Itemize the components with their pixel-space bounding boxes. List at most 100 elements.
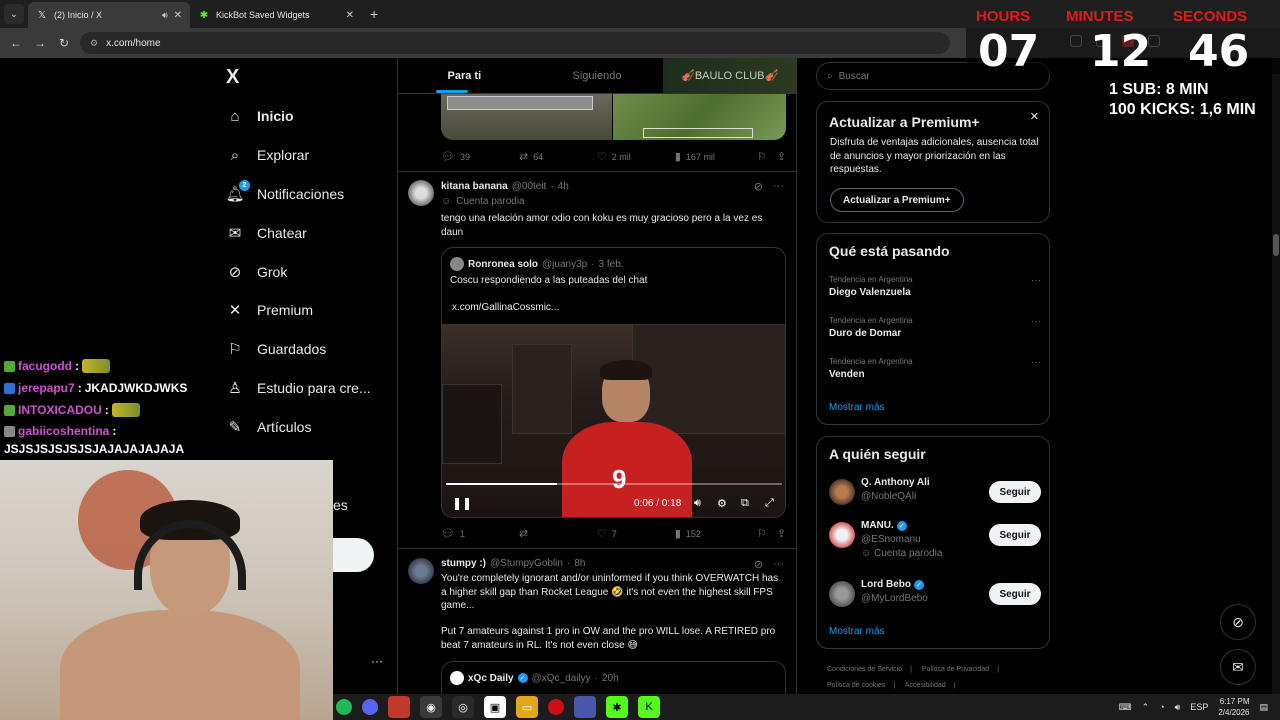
nav-item-explorar[interactable]: ⌕ Explorar	[226, 143, 309, 167]
reply-button[interactable]: 💬︎ 1	[441, 527, 519, 540]
reply-button[interactable]: 💬︎ 39	[441, 150, 519, 163]
nav-item-premium[interactable]: ✕ Premium	[226, 298, 313, 322]
avatar[interactable]	[408, 180, 434, 206]
back-arrow-icon[interactable]: ←	[4, 31, 28, 55]
accessibility-link[interactable]: Accesibilidad	[905, 682, 946, 689]
fullscreen-icon[interactable]: ⤢	[765, 497, 774, 510]
nav-item-chatear[interactable]: ✉ Chatear	[226, 221, 307, 245]
media-image[interactable]	[612, 94, 786, 140]
like-button[interactable]: ♡ 7	[597, 527, 675, 540]
forward-arrow-icon[interactable]: →	[28, 31, 52, 55]
follow-suggestion[interactable]: MANU. ✓ @ESnomanu ☺ Cuenta parodia Seguir	[829, 520, 1041, 568]
more-icon[interactable]: ···	[773, 558, 784, 571]
chevron-up-icon[interactable]: ⌃	[1142, 702, 1150, 713]
pause-icon[interactable]: ❚❚	[452, 496, 472, 510]
app-white-icon[interactable]: ▣	[484, 696, 506, 718]
close-icon[interactable]: ✕	[346, 10, 354, 21]
close-icon[interactable]: ✕	[174, 10, 182, 21]
kick-icon[interactable]: ✱	[606, 696, 628, 718]
share-button[interactable]: ⇪	[777, 150, 786, 163]
nav-item-grok[interactable]: ⊘ Grok	[226, 260, 288, 284]
tab-baulo-club[interactable]: 🎻BAULO CLUB🎻	[663, 58, 797, 93]
more-icon[interactable]: ···	[1031, 275, 1041, 286]
video-progress-bar[interactable]	[446, 483, 782, 485]
spotify-icon[interactable]	[336, 699, 352, 715]
opera-icon[interactable]	[548, 699, 564, 715]
media-image[interactable]	[441, 94, 612, 140]
more-icon[interactable]: ···	[1031, 357, 1041, 368]
trend-item[interactable]: Tendencia en Argentina Diego Valenzuela …	[829, 275, 1041, 298]
views-button[interactable]: ▮ 167 mil	[675, 150, 757, 163]
nav-item-articulos[interactable]: ✎ Artículos	[226, 415, 312, 439]
app-red-icon[interactable]	[388, 696, 410, 718]
tab-para-ti[interactable]: Para ti	[398, 58, 531, 93]
like-button[interactable]: ♡ 2 mil	[597, 150, 675, 163]
account-more-icon[interactable]: ···	[371, 654, 383, 668]
kick-studio-icon[interactable]: K	[638, 696, 660, 718]
site-info-icon[interactable]: ⚙	[90, 38, 98, 49]
tab-kickbot[interactable]: ✱ KickBot Saved Widgets ✕	[190, 2, 362, 28]
notifications-icon[interactable]: ▤	[1259, 702, 1268, 713]
author-name[interactable]: stumpy :)	[441, 558, 486, 569]
show-more-follow-link[interactable]: Mostrar más	[829, 626, 885, 637]
views-button[interactable]: ▮ 152	[675, 527, 757, 540]
file-explorer-icon[interactable]: ▭	[516, 696, 538, 718]
grok-icon[interactable]: ⊘	[754, 180, 763, 193]
more-icon[interactable]: ···	[773, 180, 784, 193]
avatar[interactable]	[408, 558, 434, 584]
follow-suggestion[interactable]: Lord Bebo ✓ @MyLordBebo Seguir	[829, 579, 1041, 619]
scrollbar-thumb[interactable]	[1273, 234, 1279, 256]
repost-button[interactable]: ⇄ 64	[519, 150, 597, 163]
quoted-post[interactable]: xQc Daily ✓ @xQc_dailyy · 20h	[441, 661, 786, 694]
terms-link[interactable]: Condiciones de Servicio	[827, 666, 902, 673]
keyboard-icon[interactable]: ⌨	[1119, 702, 1132, 713]
app-blue-icon[interactable]	[574, 696, 596, 718]
bookmark-button[interactable]: ⚐	[757, 527, 777, 540]
nav-item-inicio[interactable]: ⌂ Inicio	[226, 104, 293, 128]
url-input[interactable]: ⚙ x.com/home	[80, 32, 950, 54]
settings-icon[interactable]: ⚙	[717, 497, 727, 510]
tab-siguiendo[interactable]: Siguiendo	[531, 58, 664, 93]
tab-x-home[interactable]: 𝕏 (2) Inicio / X 🔊︎ ✕	[28, 2, 190, 28]
grok-icon[interactable]: ⊘	[754, 558, 763, 571]
reload-icon[interactable]: ↻	[52, 31, 76, 55]
language-indicator[interactable]: ESP	[1190, 702, 1208, 712]
speaker-icon[interactable]: 🔊︎	[162, 10, 168, 21]
post-time[interactable]: 4h	[558, 181, 569, 192]
x-logo[interactable]: X	[226, 66, 239, 89]
follow-button[interactable]: Seguir	[989, 481, 1041, 503]
nav-item-notificaciones[interactable]: 🔔︎ 2 Notificaciones	[225, 180, 344, 206]
privacy-link[interactable]: Política de Privacidad	[922, 666, 989, 673]
avatar[interactable]	[829, 522, 855, 548]
obs-icon[interactable]: ◎	[452, 696, 474, 718]
trend-item[interactable]: Tendencia en Argentina Duro de Domar ···	[829, 316, 1041, 339]
grok-fab-icon[interactable]: ⊘	[1220, 604, 1256, 640]
volume-icon[interactable]: 🔊︎	[694, 497, 701, 510]
post-media-grid[interactable]	[441, 94, 786, 140]
repost-button[interactable]: ⇄	[519, 527, 597, 540]
trend-item[interactable]: Tendencia en Argentina Venden ···	[829, 357, 1041, 380]
nav-item-guardados[interactable]: ⚐ Guardados	[226, 337, 326, 361]
bookmark-button[interactable]: ⚐	[757, 150, 777, 163]
quote-link[interactable]: x.com/GallinaCossmic...	[452, 302, 559, 313]
show-more-trends-link[interactable]: Mostrar más	[829, 402, 885, 413]
new-tab-button[interactable]: +	[370, 6, 378, 22]
more-icon[interactable]: ···	[1031, 316, 1041, 327]
pip-icon[interactable]: ⧉	[741, 497, 749, 510]
avatar[interactable]	[829, 581, 855, 607]
volume-icon[interactable]: 🔊︎	[1175, 702, 1181, 713]
wifi-icon[interactable]: ◔	[1159, 702, 1164, 712]
upgrade-premium-button[interactable]: Actualizar a Premium+	[830, 188, 964, 212]
author-handle[interactable]: @StumpyGoblin	[490, 558, 563, 569]
chrome-icon[interactable]: ◉	[420, 696, 442, 718]
follow-suggestion[interactable]: Q. Anthony Ali @NobleQAli Seguir	[829, 477, 1041, 517]
tab-list-chevron-icon[interactable]: ⌄	[4, 4, 24, 24]
nav-item-partial[interactable]: es	[333, 493, 348, 517]
follow-button[interactable]: Seguir	[989, 583, 1041, 605]
follow-button[interactable]: Seguir	[989, 524, 1041, 546]
discord-icon[interactable]	[362, 699, 378, 715]
video-player[interactable]: 9 ❚❚ 0:06 / 0:18 🔊︎ ⚙ ⧉ ⤢	[442, 324, 785, 517]
messages-fab-icon[interactable]: ✉	[1220, 649, 1256, 685]
author-name[interactable]: kitana banana	[441, 181, 508, 192]
quoted-post[interactable]: Ronronea solo @juany3p · 3 feb. Coscu re…	[441, 247, 786, 518]
